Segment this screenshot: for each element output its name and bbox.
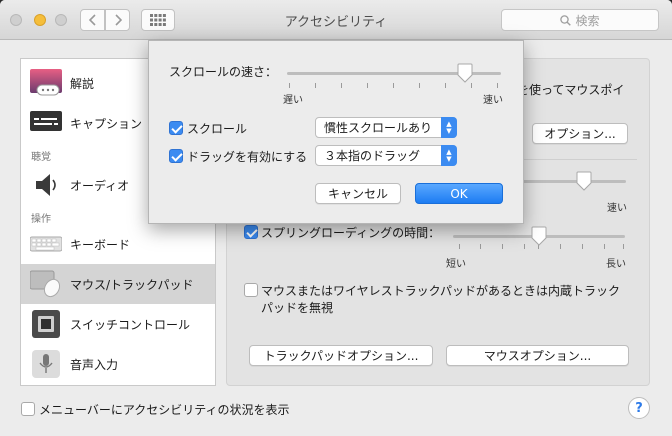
- speaker-icon: [30, 170, 62, 198]
- tick-mark: [445, 83, 446, 88]
- grid-icon: [150, 14, 166, 26]
- mouse-trackpad-icon: [29, 268, 62, 298]
- options-button[interactable]: オプション...: [532, 123, 628, 144]
- back-button[interactable]: [80, 9, 105, 31]
- sidebar-item-label: スイッチコントロール: [70, 317, 191, 332]
- tick-mark: [341, 83, 342, 88]
- scroll-type-select[interactable]: 慣性スクロールあり ▲ ▼: [315, 117, 457, 138]
- tick-mark: [497, 83, 498, 88]
- sidebar-item-dictation[interactable]: 音声入力: [21, 344, 215, 384]
- tick-mark: [560, 244, 561, 249]
- ignore-builtin-label-line1: マウスまたはワイヤレストラックパッドがあるときは内蔵トラック: [261, 284, 621, 298]
- search-placeholder: 検索: [575, 13, 600, 28]
- scroll-speed-slider-thumb[interactable]: [457, 63, 473, 83]
- tick-mark: [419, 83, 420, 88]
- forward-button[interactable]: [105, 9, 130, 31]
- help-button[interactable]: ?: [628, 397, 650, 419]
- ok-button[interactable]: OK: [415, 183, 503, 204]
- tick-mark: [623, 244, 624, 249]
- ignore-builtin-label-line2: パッドを無視: [261, 301, 334, 315]
- sidebar-item-keyboard[interactable]: キーボード: [21, 224, 215, 264]
- tick-mark: [604, 244, 605, 249]
- sidebar-item-label: マウス/トラックパッド: [70, 277, 194, 292]
- chevron-left-icon: [88, 14, 96, 26]
- sidebar-item-label: 解説: [70, 76, 95, 91]
- descriptions-icon: [30, 69, 62, 97]
- slow-label: 遅い: [283, 95, 303, 106]
- switch-control-icon: [30, 309, 62, 338]
- tick-mark: [480, 244, 481, 249]
- drag-type-value: ３本指のドラッグ: [324, 149, 421, 163]
- short-label: 短い: [446, 259, 466, 270]
- sidebar-item-label: オーディオ: [70, 178, 130, 193]
- sidebar-item-switch-control[interactable]: スイッチコントロール: [21, 304, 215, 344]
- partial-description-text: を使ってマウスポイ: [517, 83, 625, 97]
- keyboard-icon: [29, 232, 63, 260]
- tick-mark: [524, 244, 525, 249]
- partial-slider-thumb[interactable]: [576, 171, 592, 191]
- help-icon: ?: [635, 400, 643, 416]
- long-label: 長い: [606, 259, 626, 270]
- partial-slider-track[interactable]: [522, 180, 626, 183]
- show-all-button[interactable]: [141, 9, 175, 31]
- tick-mark: [393, 83, 394, 88]
- microphone-icon: [30, 349, 62, 378]
- sidebar-item-mouse-trackpad[interactable]: マウス/トラックパッド: [21, 264, 215, 304]
- close-window-button[interactable]: [10, 14, 22, 26]
- tick-mark: [367, 83, 368, 88]
- select-arrows-icon: ▲ ▼: [441, 117, 457, 138]
- chevron-right-icon: [114, 14, 122, 26]
- search-icon: [560, 14, 572, 26]
- spring-loading-label: スプリングローディングの時間：: [261, 226, 441, 240]
- cancel-button[interactable]: キャンセル: [315, 183, 401, 204]
- captions-icon: [30, 109, 62, 137]
- select-arrows-icon: ▲ ▼: [441, 145, 457, 166]
- spring-loading-checkbox[interactable]: [244, 225, 258, 239]
- spring-loading-slider-thumb[interactable]: [531, 226, 547, 246]
- scroll-checkbox[interactable]: [169, 121, 183, 135]
- search-field[interactable]: 検索: [501, 9, 659, 31]
- sidebar-item-label: 音声入力: [70, 357, 119, 372]
- tick-mark: [471, 83, 472, 88]
- trackpad-options-button[interactable]: トラックパッドオプション...: [249, 345, 433, 366]
- section-hearing: 聴覚: [31, 152, 51, 163]
- drag-checkbox[interactable]: [169, 149, 183, 163]
- trackpad-options-sheet: スクロールの速さ： 遅い 速い スクロール 慣性スクロールあり ▲ ▼ ドラッグを…: [148, 40, 524, 224]
- show-status-in-menubar-label: メニューバーにアクセシビリティの状況を表示: [39, 403, 290, 417]
- fast-label: 速い: [607, 203, 627, 214]
- ignore-builtin-trackpad-checkbox[interactable]: [244, 283, 258, 297]
- scroll-speed-label: スクロールの速さ：: [169, 65, 278, 79]
- tick-mark: [459, 244, 460, 249]
- tick-mark: [315, 83, 316, 88]
- sidebar-item-label: キーボード: [70, 237, 131, 252]
- scroll-label: スクロール: [187, 122, 248, 136]
- tick-mark: [582, 244, 583, 249]
- tick-mark: [502, 244, 503, 249]
- sidebar-item-label: キャプション: [70, 116, 143, 131]
- minimize-window-button[interactable]: [34, 14, 46, 26]
- accessibility-window: アクセシビリティ 検索 解説 キャプション 聴覚 オーディオ 操作 キーボード …: [0, 0, 672, 436]
- fast-label: 速い: [483, 95, 503, 106]
- section-interaction: 操作: [31, 214, 51, 225]
- tick-mark: [289, 83, 290, 88]
- mouse-options-button[interactable]: マウスオプション...: [446, 345, 629, 366]
- drag-type-select[interactable]: ３本指のドラッグ ▲ ▼: [315, 145, 457, 166]
- show-status-in-menubar-checkbox[interactable]: [21, 402, 35, 416]
- title-bar: アクセシビリティ 検索: [0, 0, 672, 40]
- scroll-type-value: 慣性スクロールあり: [324, 121, 433, 135]
- zoom-window-button[interactable]: [55, 14, 67, 26]
- drag-label: ドラッグを有効にする: [187, 150, 308, 164]
